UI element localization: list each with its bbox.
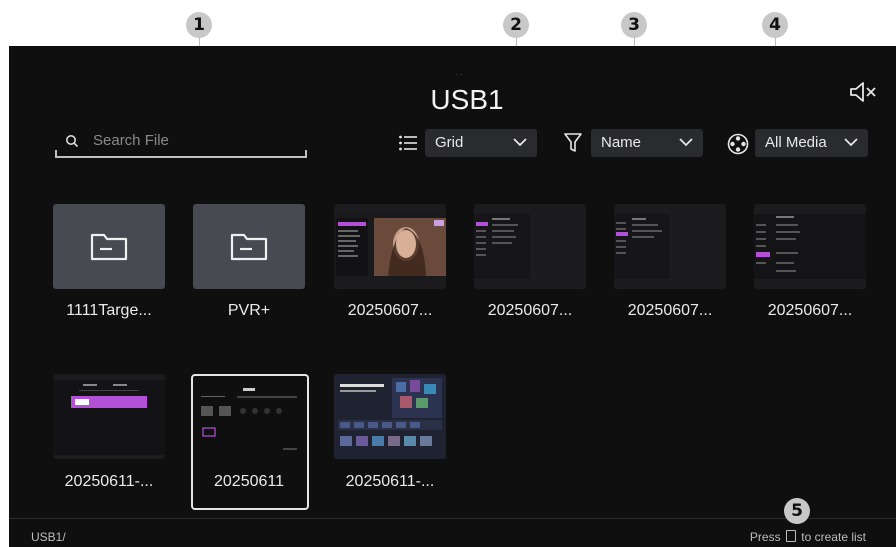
image-thumbnail[interactable] bbox=[754, 204, 866, 289]
item-label: 20250607... bbox=[347, 302, 433, 319]
thumbnail-image bbox=[334, 214, 446, 279]
image-thumbnail[interactable] bbox=[474, 204, 586, 289]
thumbnail-image bbox=[754, 214, 866, 279]
list-icon bbox=[399, 135, 417, 151]
tv-screen: · · USB1 Grid Name All Media bbox=[9, 46, 896, 547]
sort-dropdown[interactable]: Name bbox=[591, 129, 703, 157]
media-filter-value: All Media bbox=[765, 134, 827, 151]
image-thumbnail[interactable] bbox=[53, 374, 165, 459]
current-path: USB1/ bbox=[31, 530, 66, 544]
search-input[interactable] bbox=[91, 128, 295, 152]
list-key-icon bbox=[785, 530, 796, 542]
page-title: USB1 bbox=[430, 84, 504, 115]
create-list-hint: Press to create list bbox=[750, 530, 866, 544]
callout-1: 1 bbox=[186, 12, 212, 38]
item-label: 20250607... bbox=[767, 302, 853, 319]
image-thumbnail[interactable] bbox=[334, 204, 446, 289]
chevron-down-icon bbox=[844, 138, 858, 147]
callout-3: 3 bbox=[621, 12, 647, 38]
decorative-dots: · · bbox=[455, 70, 463, 79]
sort-dropdown-value: Name bbox=[601, 134, 642, 151]
item-label: PVR+ bbox=[227, 302, 271, 319]
folder-tile[interactable] bbox=[53, 204, 165, 289]
thumbnail-image bbox=[474, 214, 530, 279]
item-label: 20250611-... bbox=[64, 473, 154, 490]
item-label: 20250611-... bbox=[345, 473, 435, 490]
item-label: 1111Targe... bbox=[66, 302, 152, 319]
thumbnail-image bbox=[334, 374, 446, 459]
hint-suffix: to create list bbox=[801, 530, 866, 544]
folder-icon bbox=[90, 233, 128, 261]
callout-4: 4 bbox=[762, 12, 788, 38]
item-label: 20250611 bbox=[214, 473, 284, 490]
hint-prefix: Press bbox=[749, 530, 781, 544]
callout-2: 2 bbox=[503, 12, 529, 38]
view-dropdown[interactable]: Grid bbox=[425, 129, 537, 157]
image-thumbnail[interactable] bbox=[334, 374, 446, 459]
film-reel-icon bbox=[727, 133, 749, 155]
mute-icon[interactable] bbox=[847, 80, 877, 104]
funnel-icon bbox=[564, 133, 582, 152]
thumbnail-image bbox=[614, 214, 670, 279]
folder-icon bbox=[230, 233, 268, 261]
thumbnail-image bbox=[193, 376, 305, 458]
image-thumbnail[interactable] bbox=[614, 204, 726, 289]
item-label: 20250607... bbox=[487, 302, 573, 319]
callout-5: 5 bbox=[784, 498, 810, 524]
image-thumbnail[interactable] bbox=[193, 376, 305, 458]
view-dropdown-value: Grid bbox=[435, 134, 464, 151]
chevron-down-icon bbox=[679, 138, 693, 147]
search-box[interactable] bbox=[55, 126, 307, 158]
thumbnail-image bbox=[53, 380, 165, 455]
search-icon bbox=[66, 135, 79, 148]
item-label: 20250607... bbox=[627, 302, 713, 319]
folder-tile[interactable] bbox=[193, 204, 305, 289]
footer-divider bbox=[9, 518, 896, 519]
chevron-down-icon bbox=[513, 138, 527, 147]
media-filter-dropdown[interactable]: All Media bbox=[755, 129, 868, 157]
